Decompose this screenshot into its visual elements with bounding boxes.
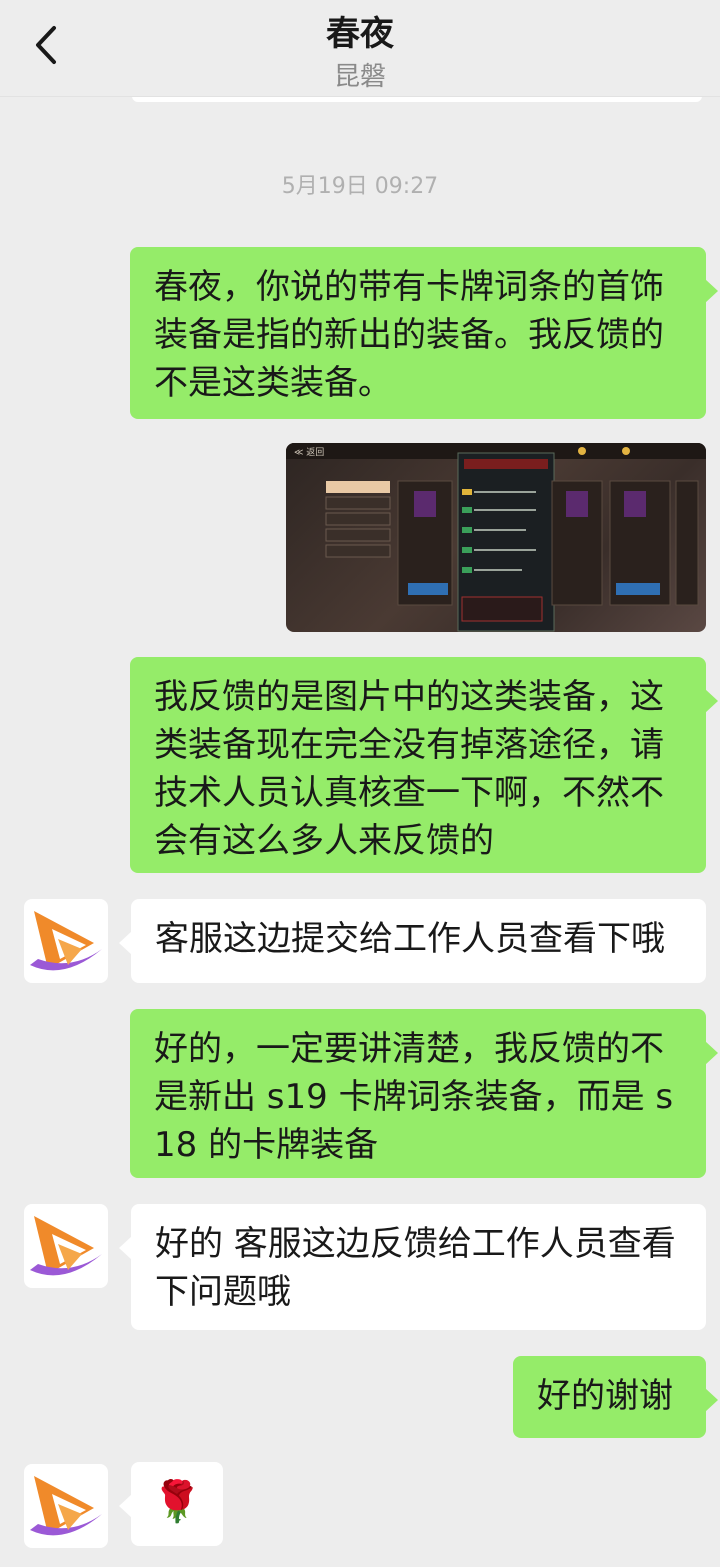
outgoing-message[interactable]: 好的谢谢 [513, 1356, 718, 1438]
svg-text:≪ 返回: ≪ 返回 [294, 446, 324, 458]
service-logo-icon [30, 1476, 102, 1536]
avatar[interactable] [24, 899, 108, 983]
incoming-message[interactable]: 客服这边提交给工作人员查看下哦 [119, 899, 706, 983]
service-logo-icon [30, 1216, 102, 1276]
game-screenshot-thumbnail: ≪ 返回 [286, 443, 706, 632]
message-text: 我反馈的是图片中的这类装备，这类装备现在完全没有掉落途径，请技术人员认真核查一下… [154, 677, 664, 861]
incoming-message[interactable]: 🌹 [119, 1462, 223, 1546]
incoming-message[interactable]: 好的 客服这边反馈给工作人员查看下问题哦 [119, 1204, 706, 1330]
chat-title: 春夜 [326, 14, 394, 54]
outgoing-message[interactable]: 好的，一定要讲清楚，我反馈的不是新出 s19 卡牌词条装备，而是 s18 的卡牌… [130, 1009, 718, 1178]
outgoing-message[interactable]: 春夜，你说的带有卡牌词条的首饰装备是指的新出的装备。我反馈的不是这类装备。 [130, 247, 718, 419]
rose-emoji: 🌹 [152, 1479, 202, 1525]
message-text: 好的谢谢 [537, 1376, 673, 1416]
message-text: 好的 客服这边反馈给工作人员查看下问题哦 [155, 1224, 676, 1312]
message-text: 客服这边提交给工作人员查看下哦 [155, 919, 665, 959]
service-logo-icon [30, 911, 102, 971]
message-timestamp: 5月19日 09:27 [281, 174, 439, 199]
message-text: 春夜，你说的带有卡牌词条的首饰装备是指的新出的装备。我反馈的不是这类装备。 [154, 267, 664, 403]
chat-header: 春夜 昆磐 [0, 0, 720, 97]
chat-subtitle: 昆磐 [333, 62, 386, 92]
image-message[interactable]: ≪ 返回 [286, 443, 706, 632]
message-text: 好的，一定要讲清楚，我反馈的不是新出 s19 卡牌词条装备，而是 s18 的卡牌… [154, 1029, 674, 1165]
avatar[interactable] [24, 1464, 108, 1548]
outgoing-message[interactable]: 我反馈的是图片中的这类装备，这类装备现在完全没有掉落途径，请技术人员认真核查一下… [130, 657, 718, 873]
avatar[interactable] [24, 1204, 108, 1288]
